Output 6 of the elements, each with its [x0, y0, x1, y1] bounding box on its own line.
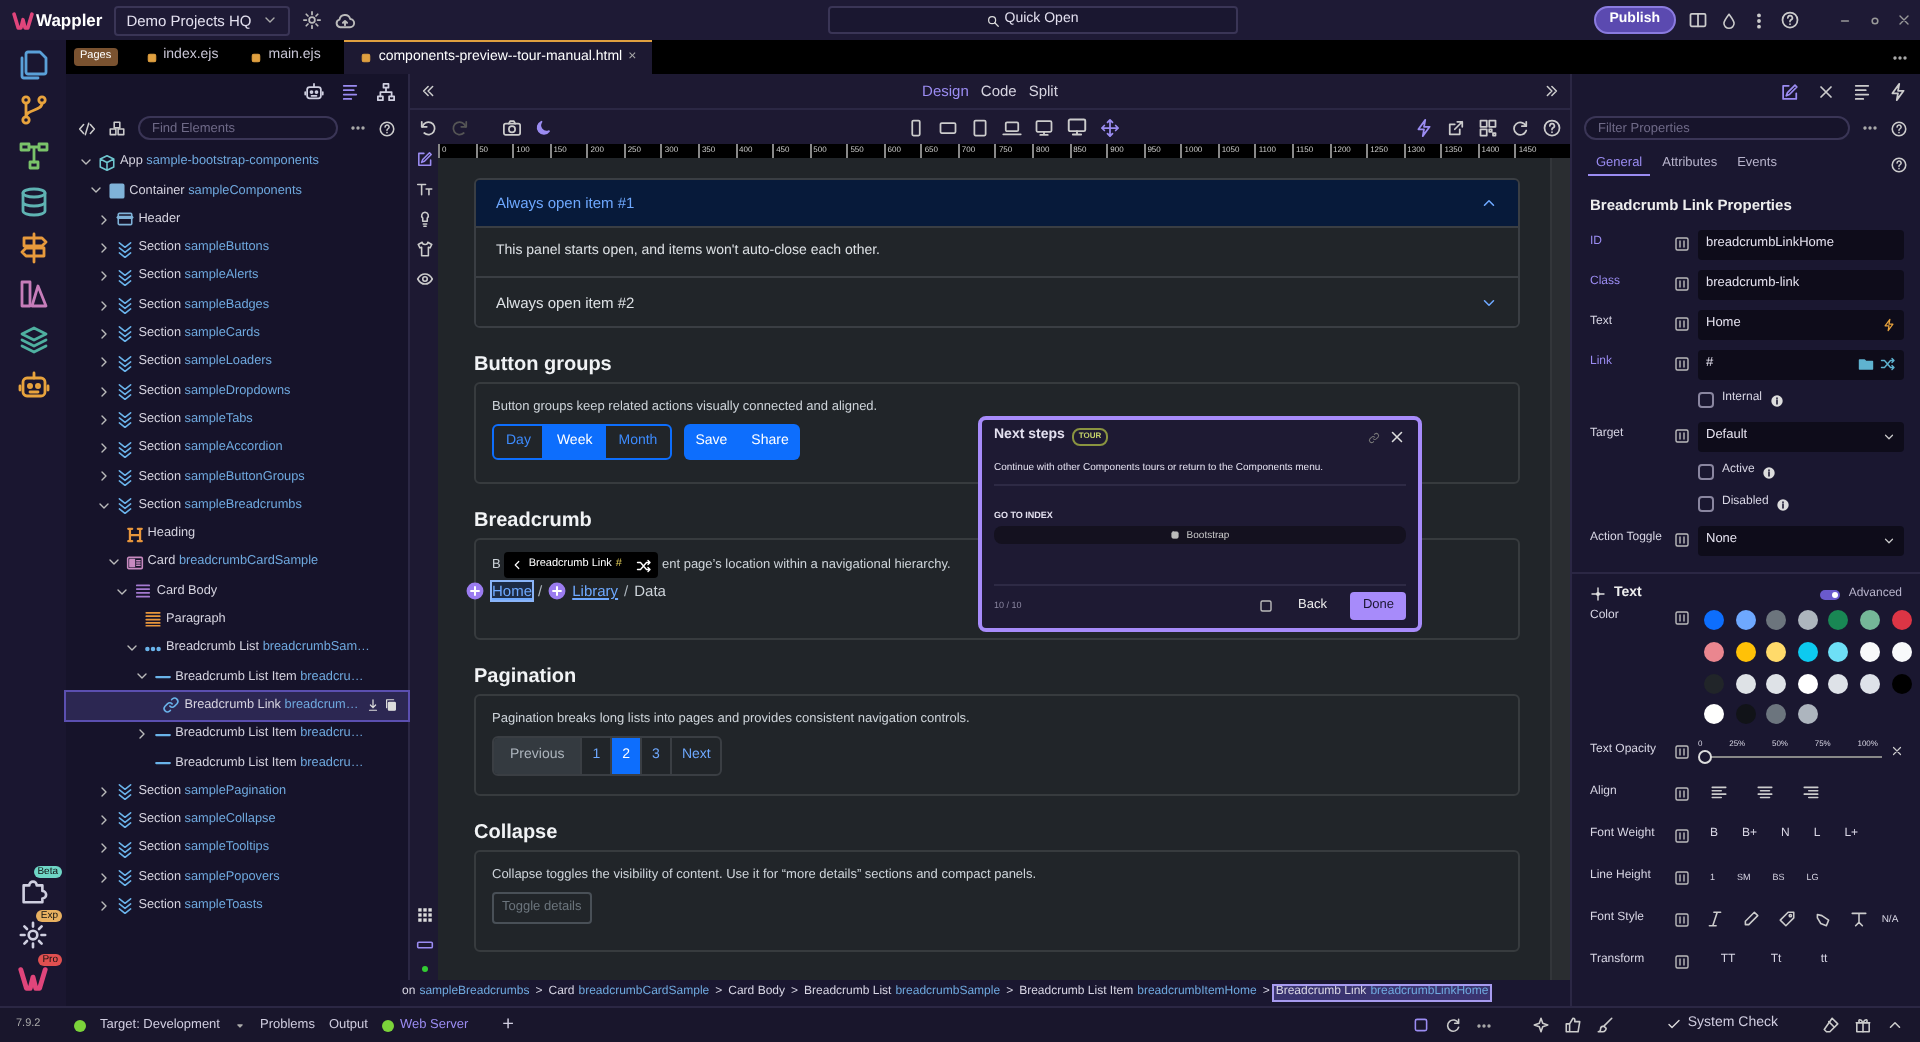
section-heading: Breadcrumb: [474, 510, 592, 534]
section-heading: Collapse: [474, 822, 558, 846]
section-heading: Button groups: [474, 354, 612, 378]
app-name: Wappler: [36, 9, 103, 31]
section-heading: Pagination: [474, 666, 577, 690]
add-tab-button[interactable]: +: [502, 1013, 515, 1037]
